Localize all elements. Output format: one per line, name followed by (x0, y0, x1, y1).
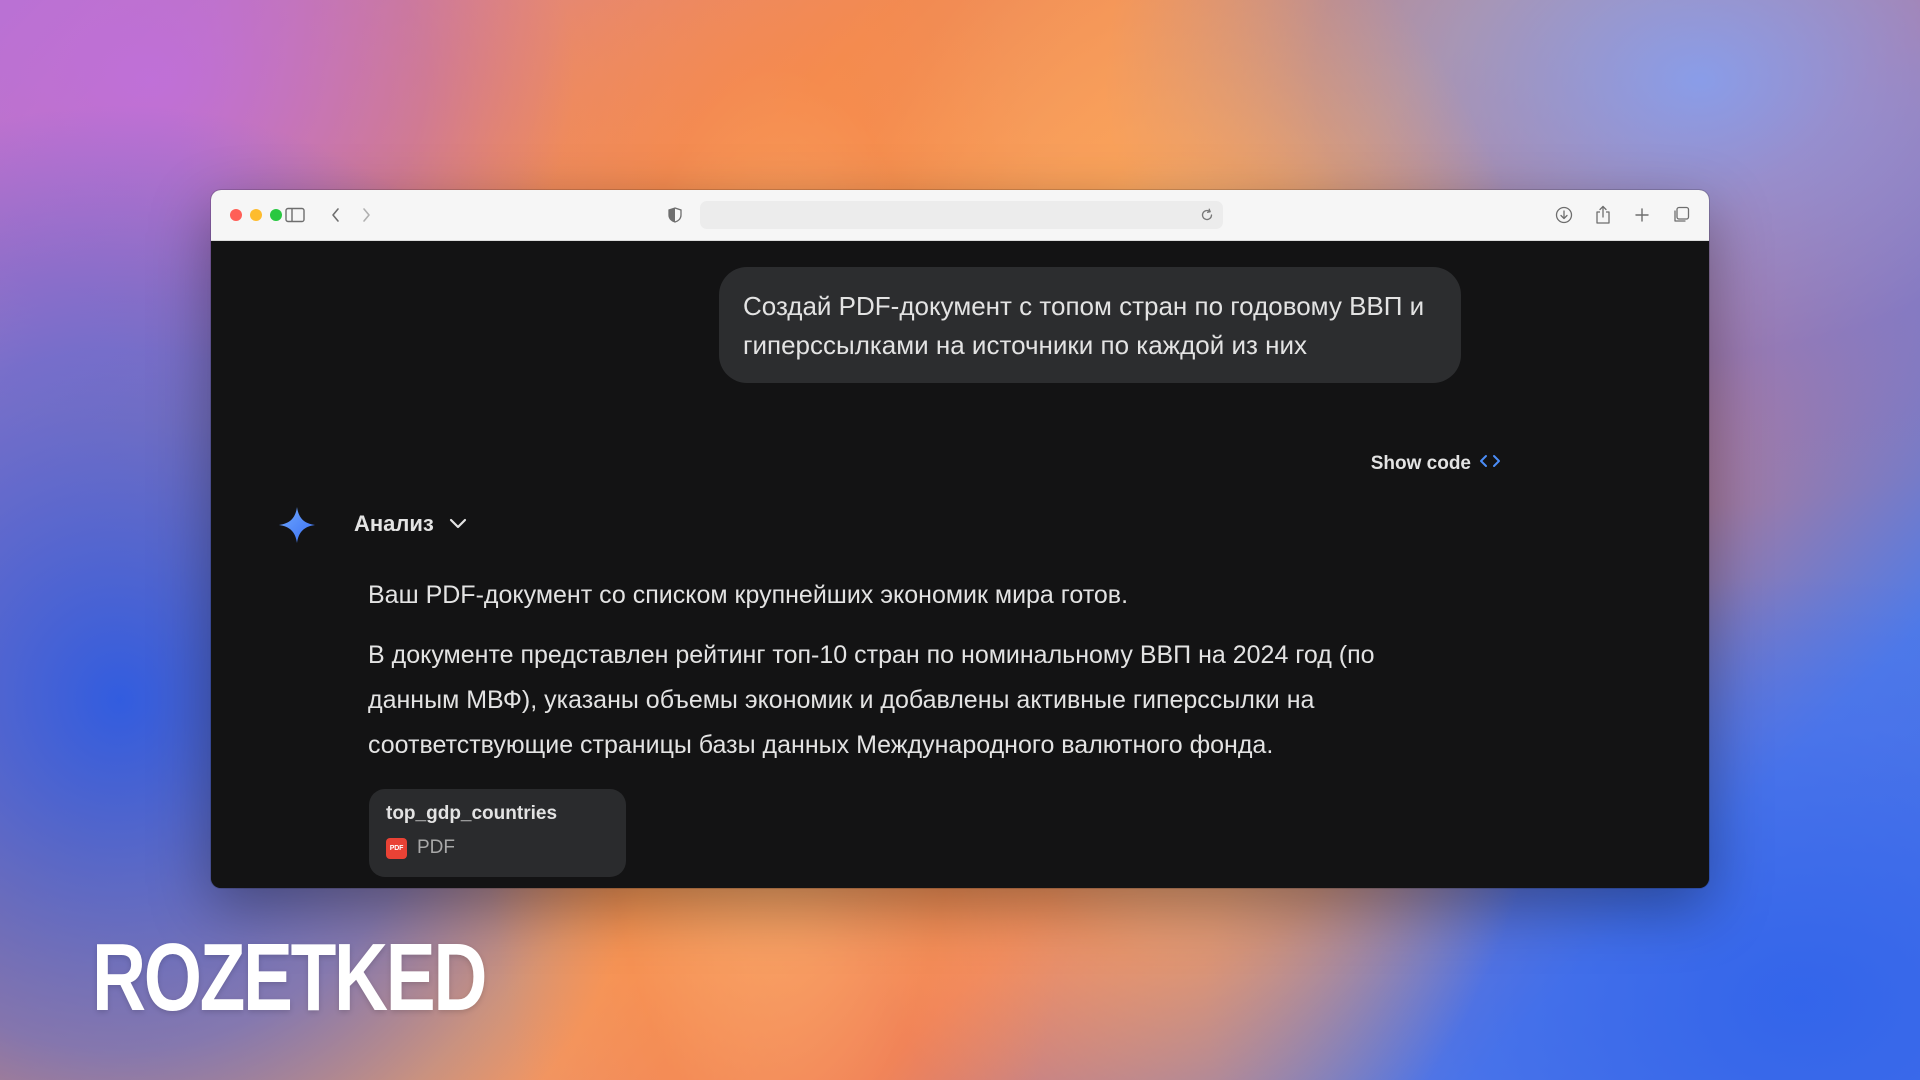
user-message-text: Создай PDF-документ с топом стран по год… (743, 291, 1425, 360)
minimize-window-button[interactable] (250, 209, 262, 221)
share-icon[interactable] (1591, 203, 1615, 227)
analysis-toggle[interactable]: Анализ (354, 511, 468, 537)
tab-overview-icon[interactable] (1669, 203, 1693, 227)
user-message-bubble: Создай PDF-документ с топом стран по год… (719, 267, 1461, 383)
assistant-response: Ваш PDF-документ со списком крупнейших э… (368, 573, 1468, 768)
browser-window: Создай PDF-документ с топом стран по год… (211, 190, 1709, 888)
reload-icon[interactable] (1197, 205, 1217, 225)
show-code-button[interactable]: Show code (1371, 453, 1501, 475)
chevron-left-icon[interactable] (324, 203, 348, 227)
shield-icon[interactable] (663, 203, 687, 227)
show-code-label: Show code (1370, 453, 1471, 474)
chat-content: Создай PDF-документ с топом стран по год… (211, 241, 1709, 888)
file-type-label: PDF (417, 837, 455, 858)
sidebar-icon[interactable] (283, 203, 307, 227)
chevron-right-icon[interactable] (354, 203, 378, 227)
analysis-label: Анализ (354, 511, 434, 536)
address-bar[interactable] (700, 201, 1223, 229)
pdf-file-card[interactable]: top_gdp_countries PDF PDF (369, 789, 626, 877)
response-paragraph: В документе представлен рейтинг топ-10 с… (368, 641, 1375, 759)
gemini-star-icon (279, 507, 315, 543)
file-name: top_gdp_countries (386, 803, 558, 824)
rozetked-logo: ROZETKED (92, 924, 487, 1031)
code-brackets-icon (1479, 453, 1501, 475)
file-type-row: PDF PDF (386, 837, 609, 859)
plus-icon[interactable] (1630, 203, 1654, 227)
chevron-down-icon (448, 511, 468, 537)
response-paragraph: Ваш PDF-документ со списком крупнейших э… (368, 581, 1129, 609)
pdf-file-icon: PDF (386, 837, 407, 859)
close-window-button[interactable] (230, 209, 242, 221)
maximize-window-button[interactable] (270, 209, 282, 221)
download-icon[interactable] (1552, 203, 1576, 227)
browser-toolbar (211, 190, 1709, 241)
